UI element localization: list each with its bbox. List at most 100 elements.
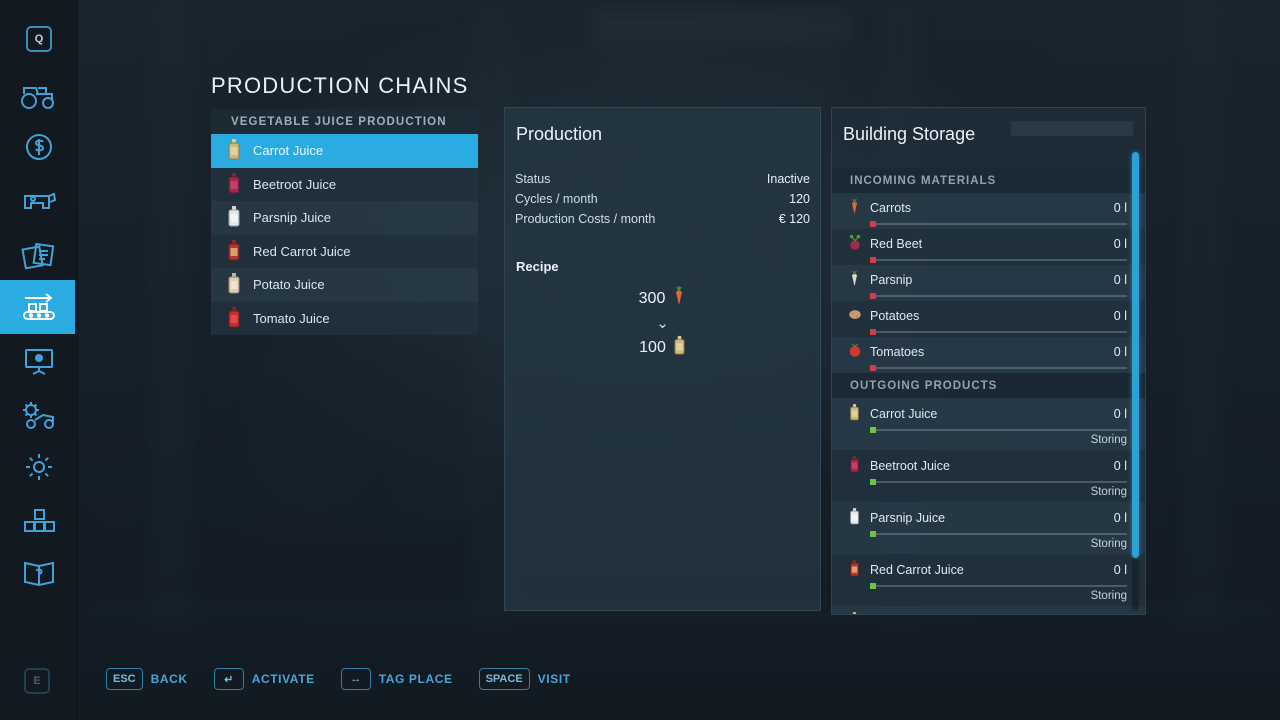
key-q-icon: Q	[26, 26, 52, 52]
sidebar-item-finances[interactable]	[0, 120, 78, 174]
help-item-tag-place[interactable]: ↔ TAG PLACE	[341, 668, 453, 690]
fill-bar	[870, 533, 1127, 535]
chain-list-item-potato-juice[interactable]: Potato Juice	[211, 268, 478, 302]
storage-item-status: Storing	[846, 590, 1127, 602]
chain-list-item-label: Beetroot Juice	[253, 177, 336, 192]
fill-indicator-dot	[870, 257, 876, 263]
stat-label: Cycles / month	[515, 192, 598, 206]
sidebar-item-construction[interactable]	[0, 494, 78, 548]
help-label: BACK	[151, 672, 188, 686]
chain-list-header: VEGETABLE JUICE PRODUCTION	[211, 109, 478, 134]
sidebar-item-vehicles[interactable]	[0, 68, 78, 122]
storage-item-label: Carrots	[870, 201, 1114, 215]
gear-icon	[23, 451, 55, 483]
key-enter-icon: ↵	[214, 668, 244, 690]
bottle-red-carrot-juice-icon	[846, 559, 863, 580]
bottle-beetroot-juice-icon	[846, 455, 863, 476]
stat-row-costs: Production Costs / month € 120	[515, 209, 810, 229]
fill-bar	[870, 429, 1127, 431]
sidebar-item-quick-key[interactable]: Q	[0, 12, 78, 66]
sidebar-item-contracts[interactable]	[0, 228, 78, 282]
recipe-input-amount: 300	[639, 290, 666, 308]
chain-list-item-carrot-juice[interactable]: Carrot Juice	[211, 134, 478, 168]
storage-item-amount: 0 l	[1114, 345, 1127, 359]
fill-indicator-dot	[870, 531, 876, 537]
help-book-icon	[21, 557, 57, 589]
stat-value: Inactive	[767, 172, 810, 186]
stat-row-status: Status Inactive	[515, 169, 810, 189]
conveyor-belt-icon	[18, 291, 60, 323]
sidebar-item-animals[interactable]	[0, 174, 78, 228]
background-column	[1180, 0, 1222, 620]
storage-row-potato-juice[interactable]: Potato Juice 0 l Storing	[832, 606, 1145, 615]
help-bar: ESC BACK ↵ ACTIVATE ↔ TAG PLACE SPACE VI…	[106, 668, 571, 690]
storage-row-parsnip[interactable]: Parsnip 0 l	[832, 265, 1145, 301]
chain-list-item-beetroot-juice[interactable]: Beetroot Juice	[211, 168, 478, 202]
parsnip-icon	[846, 270, 863, 290]
storage-row-red-beet[interactable]: Red Beet 0 l	[832, 229, 1145, 265]
game-menu-screen: Q	[0, 0, 1280, 720]
fill-indicator-dot	[870, 583, 876, 589]
fill-bar	[870, 223, 1127, 225]
bottle-carrot-juice-icon	[223, 138, 245, 163]
chain-list-item-parsnip-juice[interactable]: Parsnip Juice	[211, 201, 478, 235]
storage-item-label: Potato Juice	[870, 615, 1114, 616]
fill-bar	[870, 259, 1127, 261]
recipe-body: 300 ⌄ 100	[505, 286, 820, 360]
stat-label: Status	[515, 172, 550, 186]
storage-item-amount: 0 l	[1114, 511, 1127, 525]
fill-indicator-dot	[870, 221, 876, 227]
bottle-parsnip-juice-icon	[846, 507, 863, 528]
chevron-down-icon: ⌄	[505, 314, 820, 332]
fill-indicator-dot	[870, 427, 876, 433]
help-item-activate[interactable]: ↵ ACTIVATE	[214, 668, 315, 690]
stat-value: € 120	[779, 212, 810, 226]
production-chain-list: VEGETABLE JUICE PRODUCTION Carrot Juice …	[211, 109, 478, 335]
storage-item-label: Parsnip	[870, 273, 1114, 287]
fill-bar	[870, 585, 1127, 587]
key-e-icon: E	[24, 668, 50, 694]
sidebar: Q	[0, 0, 78, 720]
sidebar-item-settings[interactable]	[0, 440, 78, 494]
sidebar-item-vehicle-config[interactable]	[0, 388, 78, 442]
help-item-visit[interactable]: SPACE VISIT	[479, 668, 571, 690]
storage-scrollbar[interactable]	[1132, 152, 1139, 610]
beet-icon	[846, 234, 863, 254]
storage-header-chip	[1011, 121, 1133, 136]
fill-indicator-dot	[870, 293, 876, 299]
sidebar-item-map[interactable]	[0, 334, 78, 388]
carrot-icon	[672, 286, 686, 311]
building-storage-panel: Building Storage INCOMING MATERIALS Carr…	[831, 107, 1146, 615]
sidebar-item-production[interactable]	[0, 280, 78, 334]
storage-scrollbar-thumb[interactable]	[1132, 152, 1139, 558]
background-column	[150, 0, 192, 620]
storage-item-label: Beetroot Juice	[870, 459, 1114, 473]
storage-row-tomatoes[interactable]: Tomatoes 0 l	[832, 337, 1145, 373]
storage-row-potatoes[interactable]: Potatoes 0 l	[832, 301, 1145, 337]
storage-row-parsnip-juice[interactable]: Parsnip Juice 0 l Storing	[832, 502, 1145, 554]
background-blob	[250, 330, 380, 510]
storage-row-beetroot-juice[interactable]: Beetroot Juice 0 l Storing	[832, 450, 1145, 502]
storage-row-carrot-juice[interactable]: Carrot Juice 0 l Storing	[832, 398, 1145, 450]
bottle-carrot-juice-icon	[846, 403, 863, 424]
key-esc-icon: ESC	[106, 668, 143, 690]
fill-indicator-dot	[870, 329, 876, 335]
storage-item-amount: 0 l	[1114, 237, 1127, 251]
sidebar-item-help[interactable]	[0, 546, 78, 600]
storage-item-label: Red Carrot Juice	[870, 563, 1114, 577]
fill-indicator-dot	[870, 365, 876, 371]
chain-list-item-tomato-juice[interactable]: Tomato Juice	[211, 302, 478, 336]
storage-item-amount: 0 l	[1114, 615, 1127, 616]
chain-list-item-red-carrot-juice[interactable]: Red Carrot Juice	[211, 235, 478, 269]
storage-row-red-carrot-juice[interactable]: Red Carrot Juice 0 l Storing	[832, 554, 1145, 606]
storage-item-status: Storing	[846, 486, 1127, 498]
help-label: TAG PLACE	[379, 672, 453, 686]
chain-list-item-label: Red Carrot Juice	[253, 244, 351, 259]
bottle-red-carrot-juice-icon	[223, 239, 245, 264]
bottle-potato-juice-icon	[223, 272, 245, 297]
chain-list-item-label: Potato Juice	[253, 277, 325, 292]
sidebar-corner-key[interactable]: E	[24, 668, 50, 694]
storage-row-carrots[interactable]: Carrots 0 l	[832, 193, 1145, 229]
help-item-back[interactable]: ESC BACK	[106, 668, 188, 690]
production-panel: Production Status Inactive Cycles / mont…	[504, 107, 821, 611]
